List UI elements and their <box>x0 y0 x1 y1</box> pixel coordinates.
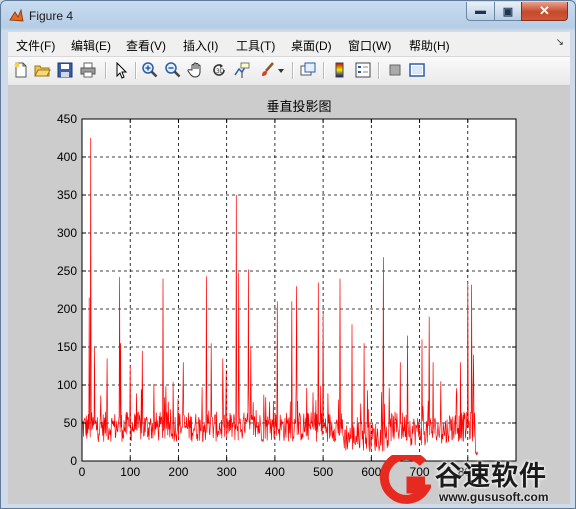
brush-icon[interactable] <box>258 61 276 79</box>
menu-bar: 文件(F) 编辑(E) 查看(V) 插入(I) 工具(T) 桌面(D) 窗口(W… <box>8 32 570 57</box>
close-icon: ✕ <box>539 3 550 18</box>
toolbar-separator <box>323 62 325 79</box>
menu-desktop[interactable]: 桌面(D) <box>291 37 332 54</box>
menu-view[interactable]: 查看(V) <box>126 37 166 54</box>
y-tick-label: 400 <box>57 150 77 164</box>
maximize-button[interactable]: ▣ <box>494 2 522 21</box>
y-tick-label: 250 <box>57 264 77 278</box>
menu-overflow-icon[interactable]: ↘ <box>556 37 564 48</box>
svg-text:3D: 3D <box>216 68 225 75</box>
menu-insert[interactable]: 插入(I) <box>183 37 218 54</box>
figure-canvas: 0 100 200 300 400 500 600 700 800 0 50 100 150 200 250… <box>8 86 570 504</box>
x-tick-label: 400 <box>265 465 285 479</box>
minimize-icon: ▬ <box>475 5 486 17</box>
toolbar-separator <box>378 62 380 79</box>
chart-title: 垂直投影图 <box>266 99 331 115</box>
data-cursor-icon[interactable] <box>233 61 251 79</box>
x-tick-label: 300 <box>217 465 237 479</box>
arrow-pointer-icon[interactable] <box>112 61 130 79</box>
maximize-icon: ▣ <box>502 5 514 18</box>
zoom-in-icon[interactable] <box>141 61 159 79</box>
brush-dropdown-icon[interactable] <box>276 61 286 79</box>
print-icon[interactable] <box>79 61 97 79</box>
pan-hand-icon[interactable] <box>187 61 205 79</box>
x-tick-label: 100 <box>120 465 140 479</box>
toolbar-separator <box>105 62 107 79</box>
figure-toolbar: 3D <box>8 57 570 86</box>
figure-window: Figure 4 ▬ ▣ ✕ 文件(F) 编辑(E) 查看(V) 插入(I) 工… <box>0 0 576 509</box>
menu-help[interactable]: 帮助(H) <box>409 37 450 54</box>
save-icon[interactable] <box>56 61 74 79</box>
matlab-app-icon <box>9 8 24 22</box>
y-tick-label: 50 <box>64 416 78 430</box>
legend-icon[interactable] <box>354 61 372 79</box>
new-file-icon[interactable] <box>12 61 30 79</box>
zoom-out-icon[interactable] <box>164 61 182 79</box>
watermark-url: www.gususoft.com <box>439 490 549 504</box>
x-tick-label: 500 <box>313 465 333 479</box>
menu-tools[interactable]: 工具(T) <box>236 37 275 54</box>
hide-plot-tools-icon[interactable] <box>386 61 404 79</box>
y-tick-label: 300 <box>57 226 77 240</box>
axes-background <box>82 119 516 461</box>
title-bar[interactable]: Figure 4 ▬ ▣ ✕ <box>1 1 575 31</box>
y-tick-label: 200 <box>57 302 77 316</box>
y-tick-label: 450 <box>57 112 77 126</box>
y-tick-label: 350 <box>57 188 77 202</box>
x-tick-label: 0 <box>79 465 86 479</box>
menu-edit[interactable]: 编辑(E) <box>71 37 111 54</box>
rotate-3d-icon[interactable]: 3D <box>210 61 228 79</box>
open-folder-icon[interactable] <box>33 61 51 79</box>
link-plot-icon[interactable] <box>299 61 317 79</box>
x-tick-label: 200 <box>168 465 188 479</box>
menu-window[interactable]: 窗口(W) <box>348 37 391 54</box>
gususoft-logo-icon <box>379 455 431 504</box>
toolbar-separator <box>292 62 294 79</box>
y-tick-label: 0 <box>70 454 77 468</box>
plot-area[interactable]: 0 100 200 300 400 500 600 700 800050100150200250… <box>8 86 570 504</box>
watermark-name: 谷速软件 <box>435 461 547 492</box>
window-title: Figure 4 <box>29 9 74 23</box>
colorbar-icon[interactable] <box>331 61 349 79</box>
toolbar-separator <box>135 62 137 79</box>
y-tick-label: 100 <box>57 378 77 392</box>
minimize-button[interactable]: ▬ <box>466 2 495 21</box>
close-button[interactable]: ✕ <box>521 2 568 21</box>
y-tick-label: 150 <box>57 340 77 354</box>
watermark: 谷速软件 www.gususoft.com <box>373 450 573 508</box>
menu-file[interactable]: 文件(F) <box>16 37 55 54</box>
show-plot-tools-icon[interactable] <box>408 61 426 79</box>
